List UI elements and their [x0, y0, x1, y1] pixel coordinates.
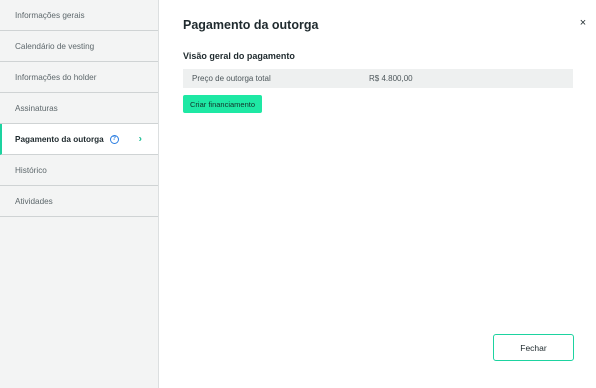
sidebar-item-label: Calendário de vesting: [15, 41, 95, 51]
sidebar-item-historico[interactable]: Histórico: [0, 155, 158, 186]
sidebar: Informações gerais Calendário de vesting…: [0, 0, 159, 388]
create-financing-button[interactable]: Criar financiamento: [183, 95, 263, 113]
page-title: Pagamento da outorga: [183, 18, 319, 32]
sidebar-item-atividades[interactable]: Atividades: [0, 186, 158, 217]
summary-row: Preço de outorga total R$ 4.800,00: [183, 69, 573, 88]
close-icon[interactable]: ×: [576, 16, 590, 30]
sidebar-item-pagamento-outorga[interactable]: Pagamento da outorga ? ›: [0, 124, 158, 155]
summary-value: R$ 4.800,00: [369, 74, 413, 83]
info-icon[interactable]: ?: [109, 134, 119, 144]
sidebar-item-label: Histórico: [15, 165, 47, 175]
section-title: Visão geral do pagamento: [183, 51, 295, 61]
sidebar-item-label: Informações gerais: [15, 10, 85, 20]
sidebar-item-label: Informações do holder: [15, 72, 97, 82]
chevron-right-icon: ›: [138, 133, 142, 145]
sidebar-item-informacoes-holder[interactable]: Informações do holder: [0, 62, 158, 93]
summary-label: Preço de outorga total: [192, 74, 271, 83]
sidebar-item-label: Assinaturas: [15, 103, 58, 113]
main-panel: Pagamento da outorga × Visão geral do pa…: [159, 0, 596, 388]
sidebar-item-informacoes-gerais[interactable]: Informações gerais: [0, 0, 158, 31]
close-button[interactable]: Fechar: [493, 334, 574, 361]
sidebar-item-calendario-vesting[interactable]: Calendário de vesting: [0, 31, 158, 62]
sidebar-item-assinaturas[interactable]: Assinaturas: [0, 93, 158, 124]
sidebar-item-label: Atividades: [15, 196, 53, 206]
sidebar-item-label: Pagamento da outorga: [15, 134, 104, 144]
